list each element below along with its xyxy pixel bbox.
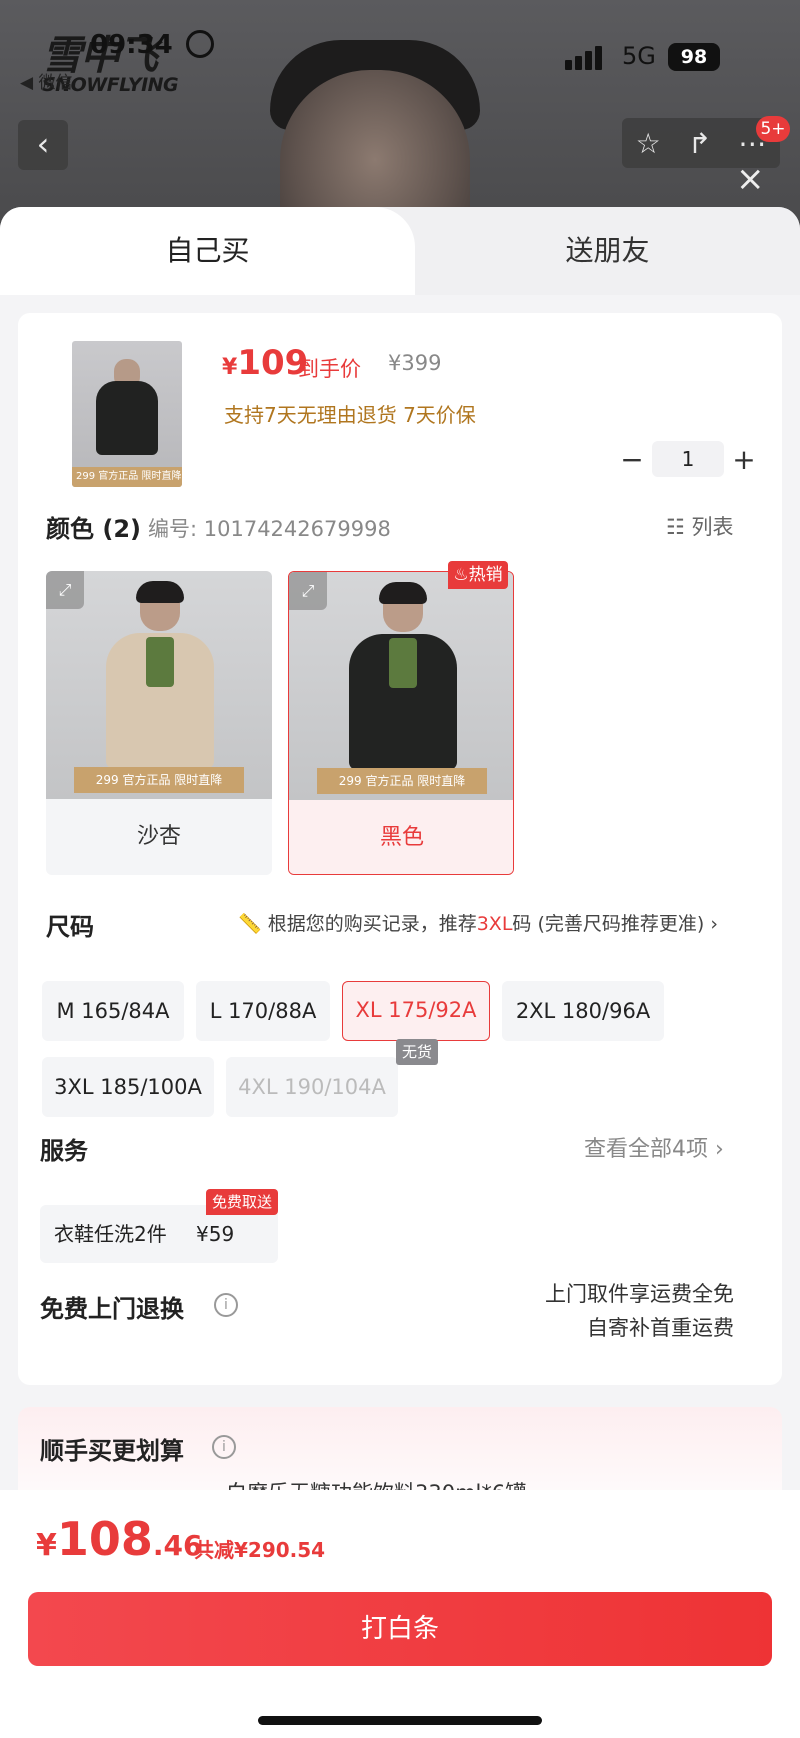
total-price: ¥108.46 <box>36 1512 203 1566</box>
photo-tag: 299 官方正品 限时直降 <box>74 767 244 793</box>
close-icon[interactable]: × <box>736 162 765 196</box>
hot-badge-label: 热销 <box>468 565 503 585</box>
service-view-all-label: 查看全部4项 <box>584 1137 708 1162</box>
returns-line2: 自寄补首重运费 <box>587 1316 734 1340</box>
buy-tabs: 自己买 送朋友 <box>0 207 800 295</box>
quantity-input[interactable]: 1 <box>652 441 724 477</box>
size-rec-size: 3XL <box>476 913 513 935</box>
back-button[interactable]: ‹ <box>18 120 68 170</box>
bundle-title: 顺手买更划算 <box>40 1437 184 1465</box>
list-icon: ☷ <box>666 515 692 539</box>
info-icon[interactable]: i <box>214 1293 238 1317</box>
color-photo: 299 官方正品 限时直降 ⤢ <box>46 571 272 799</box>
tab-buy-self[interactable]: 自己买 <box>0 207 415 295</box>
battery-level: 98 <box>668 43 720 71</box>
chevron-right-icon: › <box>704 913 718 935</box>
total-int: 108 <box>56 1512 153 1566</box>
network-type: 5G <box>622 42 656 70</box>
color-option-label: 沙杏 <box>136 824 181 849</box>
smiley-icon <box>186 30 214 58</box>
returns-line1: 上门取件享运费全免 <box>545 1282 734 1306</box>
expand-icon[interactable]: ⤢ <box>289 572 327 610</box>
coat-collar <box>146 637 174 687</box>
color-option-sand[interactable]: 299 官方正品 限时直降 ⤢ 沙杏 <box>46 571 272 875</box>
expand-icon[interactable]: ⤢ <box>46 571 84 609</box>
size-option-2xl[interactable]: 2XL 180/96A <box>502 981 664 1041</box>
service-view-all[interactable]: 查看全部4项 › <box>584 1131 724 1163</box>
message-badge: 5+ <box>756 116 790 142</box>
color-option-black[interactable]: 299 官方正品 限时直降 ⤢ 黑色 <box>288 571 514 875</box>
info-icon[interactable]: i <box>212 1435 236 1459</box>
color-option-label: 黑色 <box>289 800 513 874</box>
size-option-l[interactable]: L 170/88A <box>196 981 330 1041</box>
returns-description: 上门取件享运费全免 自寄补首重运费 <box>545 1277 734 1345</box>
chevron-left-icon: ‹ <box>36 125 50 163</box>
total-savings: 共减¥290.54 <box>194 1538 326 1562</box>
tab-buy-gift[interactable]: 送朋友 <box>415 207 800 295</box>
photo-tag: 299 官方正品 限时直降 <box>317 768 487 794</box>
sku-code: 编号: 10174242679998 <box>148 517 391 541</box>
share-icon[interactable]: ↱ <box>688 127 711 160</box>
checkout-bar: ¥108.46 共减¥290.54 打白条 <box>0 1490 800 1738</box>
quantity-stepper: − 1 + <box>612 441 764 477</box>
service-title: 服务 <box>40 1137 88 1165</box>
quantity-minus-button[interactable]: − <box>612 443 652 476</box>
total-currency: ¥ <box>36 1528 57 1563</box>
size-option-m[interactable]: M 165/84A <box>42 981 184 1041</box>
list-view-label: 列表 <box>691 515 734 539</box>
thumb-jacket <box>96 381 158 455</box>
signal-icon <box>565 44 609 70</box>
home-indicator <box>258 1716 542 1725</box>
list-view-toggle[interactable]: ☷ 列表 <box>666 511 734 541</box>
price-currency: ¥ <box>222 355 238 380</box>
chevron-right-icon: › <box>708 1137 724 1162</box>
size-rec-suffix: 码 (完善尺码推荐更准) <box>512 913 705 935</box>
color-title: 颜色 (2) <box>46 515 141 543</box>
hot-badge: ♨热销 <box>448 561 508 589</box>
flame-icon: ♨ <box>453 565 469 585</box>
back-to-wechat-label: 微信 <box>38 73 73 93</box>
thumb-tag: 299 官方正品 限时直降 <box>72 467 182 487</box>
ruler-icon: 📏 <box>238 913 268 935</box>
size-option-3xl[interactable]: 3XL 185/100A <box>42 1057 214 1117</box>
size-option-xl[interactable]: XL 175/92A <box>342 981 490 1041</box>
model-hair <box>136 581 184 603</box>
size-option-4xl[interactable]: 4XL 190/104A <box>226 1057 398 1117</box>
size-rec-prefix: 根据您的购买记录，推荐 <box>267 913 477 935</box>
model-figure <box>98 581 222 775</box>
coat-collar <box>389 638 417 688</box>
star-icon[interactable]: ☆ <box>636 127 661 160</box>
status-time: 09:34 <box>90 30 173 60</box>
product-thumbnail[interactable]: 299 官方正品 限时直降 <box>72 341 182 487</box>
service-promises: 支持7天无理由退货 7天价保 <box>224 403 476 427</box>
color-photo: 299 官方正品 限时直降 ⤢ <box>289 572 513 800</box>
size-title: 尺码 <box>46 913 94 941</box>
out-of-stock-badge: 无货 <box>396 1039 438 1065</box>
quantity-plus-button[interactable]: + <box>724 443 764 476</box>
service-badge: 免费取送 <box>206 1189 278 1215</box>
back-to-wechat[interactable]: ◀ 微信 <box>20 68 72 93</box>
model-figure <box>341 582 465 776</box>
model-hair <box>379 582 427 604</box>
returns-title: 免费上门退换 <box>40 1295 184 1323</box>
price-label: 到手价 <box>298 357 361 381</box>
price-now: ¥109 <box>222 343 308 383</box>
original-price: ¥399 <box>388 351 442 375</box>
sku-card: 299 官方正品 限时直降 ¥109 到手价 ¥399 支持7天无理由退货 7天… <box>18 313 782 1385</box>
pay-button[interactable]: 打白条 <box>28 1592 772 1666</box>
service-name: 衣鞋任洗2件 <box>54 1222 167 1246</box>
model-face <box>280 70 470 230</box>
screen: 雪中飞 SNOWFLYING 09:34 ◀ 微信 5G 98 ‹ ☆ ↱ ⋯ … <box>0 0 800 1738</box>
size-recommendation[interactable]: 📏 根据您的购买记录，推荐3XL码 (完善尺码推荐更准) › <box>238 909 718 936</box>
